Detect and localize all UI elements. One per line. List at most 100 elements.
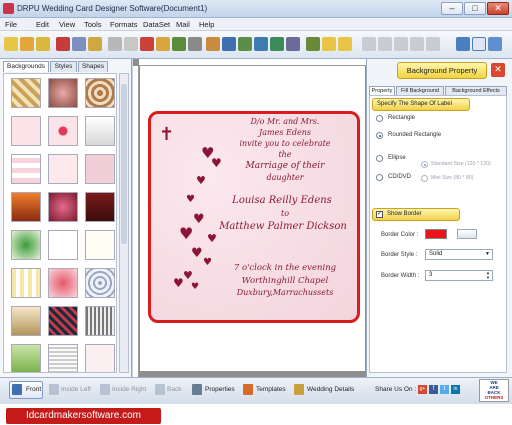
close-button[interactable]: ✕ xyxy=(487,2,509,15)
shape-rounded-radio[interactable] xyxy=(376,132,383,139)
facebook-icon[interactable]: f xyxy=(429,385,438,394)
symbol-icon[interactable] xyxy=(254,37,268,51)
minimize-button[interactable]: – xyxy=(441,2,463,15)
thumbnail[interactable] xyxy=(85,154,115,184)
thumbnail[interactable] xyxy=(11,116,41,146)
back-button[interactable]: Back xyxy=(167,386,181,393)
print-icon[interactable] xyxy=(108,37,122,51)
menu-mail[interactable]: Mail xyxy=(176,20,190,29)
thumbnail[interactable] xyxy=(85,306,115,336)
thumbnail[interactable] xyxy=(85,230,115,260)
thumbnail[interactable] xyxy=(11,344,41,372)
show-border-checkbox[interactable]: ✓ xyxy=(376,211,383,218)
image-icon[interactable] xyxy=(206,37,220,51)
thumbnail[interactable] xyxy=(48,192,78,222)
templates-button[interactable]: Templates xyxy=(256,386,286,393)
paste-icon[interactable] xyxy=(172,37,186,51)
close-doc-icon[interactable] xyxy=(56,37,70,51)
border-color-picker-button[interactable] xyxy=(457,229,477,239)
scrollbar-thumb[interactable] xyxy=(121,84,127,244)
spinner-arrows-icon[interactable]: ▲ ▼ xyxy=(486,270,490,280)
shape-cd-radio[interactable] xyxy=(376,174,383,181)
copy-icon[interactable] xyxy=(156,37,170,51)
menu-file[interactable]: File xyxy=(5,20,17,29)
tab-styles[interactable]: Styles xyxy=(50,61,77,72)
wedding-card[interactable]: ✝ D/o Mr. and Mrs. James Edens invite yo… xyxy=(148,111,360,323)
thumbnail[interactable] xyxy=(48,344,78,372)
cut-icon[interactable] xyxy=(140,37,154,51)
thumbnail[interactable] xyxy=(48,230,78,260)
cross-icon: ✝ xyxy=(159,124,175,145)
shape-rectangle-radio[interactable] xyxy=(376,115,383,122)
thumbnail[interactable] xyxy=(11,268,41,298)
new-icon[interactable] xyxy=(4,37,18,51)
wedding-details-button[interactable]: Wedding Details xyxy=(307,386,354,393)
align-center-icon[interactable] xyxy=(378,37,392,51)
align-top-icon[interactable] xyxy=(410,37,424,51)
barcode-icon[interactable] xyxy=(270,37,284,51)
properties-icon xyxy=(192,384,202,395)
google-plus-icon[interactable]: g+ xyxy=(418,385,427,394)
menu-view[interactable]: View xyxy=(59,20,75,29)
tab-backgrounds[interactable]: Backgrounds xyxy=(3,61,49,72)
inside-right-button[interactable]: Inside Right xyxy=(112,386,146,393)
website-badge[interactable]: Idcardmakersoftware.com xyxy=(6,408,161,424)
thumbnail[interactable] xyxy=(48,116,78,146)
menu-formats[interactable]: Formats xyxy=(110,20,138,29)
thumbnail[interactable] xyxy=(85,116,115,146)
open-folder-icon[interactable] xyxy=(36,37,50,51)
tab-shapes[interactable]: Shapes xyxy=(78,61,108,72)
library-icon[interactable] xyxy=(306,37,320,51)
align-left-icon[interactable] xyxy=(362,37,376,51)
thumbnail[interactable] xyxy=(11,78,41,108)
print-preview-icon[interactable] xyxy=(124,37,138,51)
property-close-button[interactable]: ✕ xyxy=(491,63,505,77)
align-bottom-icon[interactable] xyxy=(426,37,440,51)
card-time: 7 o'clock in the evening xyxy=(233,263,337,273)
mail-icon[interactable] xyxy=(286,37,300,51)
save-as-icon[interactable] xyxy=(88,37,102,51)
thumbnail[interactable] xyxy=(48,78,78,108)
wordart-icon[interactable] xyxy=(238,37,252,51)
thumbnail[interactable] xyxy=(48,306,78,336)
rotate-icon[interactable] xyxy=(322,37,336,51)
thumbnail[interactable] xyxy=(11,306,41,336)
thumbnail[interactable] xyxy=(85,192,115,222)
mini-size-radio[interactable] xyxy=(421,175,428,182)
save-icon[interactable] xyxy=(72,37,86,51)
we-are-back-badge[interactable]: WE ARE BACK OTHERS xyxy=(479,379,509,402)
properties-button[interactable]: Properties xyxy=(205,386,235,393)
thumbnail[interactable] xyxy=(85,344,115,372)
maximize-button[interactable]: □ xyxy=(464,2,486,15)
thumbnail[interactable] xyxy=(85,78,115,108)
border-width-stepper[interactable]: 3 ▲ ▼ xyxy=(425,270,493,281)
menu-dataset[interactable]: DataSet xyxy=(143,20,170,29)
menu-tools[interactable]: Tools xyxy=(84,20,102,29)
thumbnail-scrollbar[interactable] xyxy=(119,73,129,373)
border-color-swatch[interactable] xyxy=(425,229,447,239)
standard-size-radio[interactable] xyxy=(421,161,428,168)
twitter-icon[interactable]: t xyxy=(440,385,449,394)
menu-help[interactable]: Help xyxy=(199,20,214,29)
heart-icon: ♥ xyxy=(179,224,194,243)
thumbnail[interactable] xyxy=(11,154,41,184)
grid-icon[interactable] xyxy=(456,37,470,51)
border-style-select[interactable]: Solid ▼ xyxy=(425,249,493,260)
inside-left-button[interactable]: Inside Left xyxy=(61,386,91,393)
text-icon[interactable] xyxy=(222,37,236,51)
pencil-icon[interactable] xyxy=(188,37,202,51)
undo-icon[interactable] xyxy=(338,37,352,51)
thumbnail[interactable] xyxy=(85,268,115,298)
zoom-actual-icon[interactable] xyxy=(472,37,486,51)
align-right-icon[interactable] xyxy=(394,37,408,51)
linkedin-icon[interactable]: in xyxy=(451,385,460,394)
menu-edit[interactable]: Edit xyxy=(36,20,49,29)
fit-window-icon[interactable] xyxy=(488,37,502,51)
thumbnail[interactable] xyxy=(48,154,78,184)
shape-ellipse-radio[interactable] xyxy=(376,155,383,162)
thumbnail[interactable] xyxy=(48,268,78,298)
thumbnail[interactable] xyxy=(11,192,41,222)
front-button[interactable]: Front xyxy=(26,386,41,393)
open-icon[interactable] xyxy=(20,37,34,51)
thumbnail[interactable] xyxy=(11,230,41,260)
